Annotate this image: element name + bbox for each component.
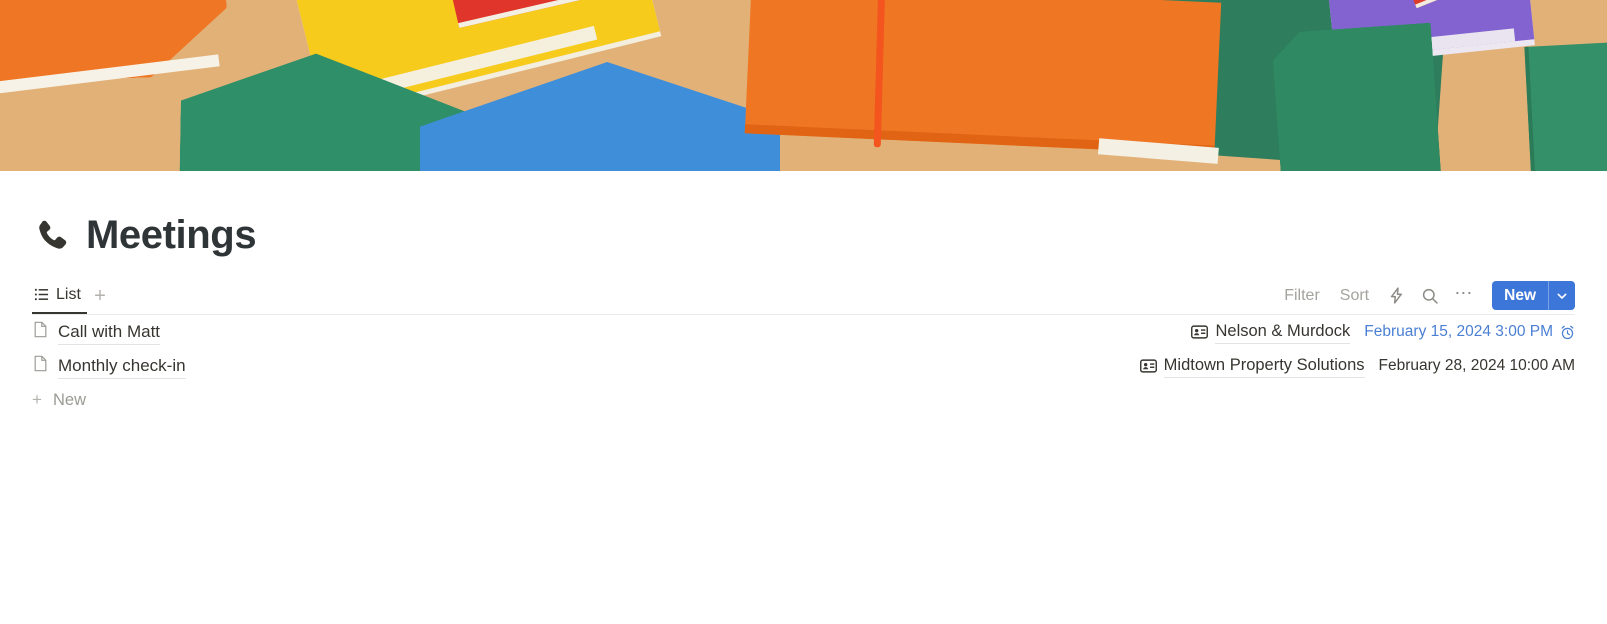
notebook-green-far-right [1524,41,1607,171]
ellipsis-icon: ⋯ [1454,282,1474,303]
alarm-clock-icon[interactable] [1553,325,1575,340]
chevron-down-icon[interactable] [1549,281,1575,310]
meetings-list: Call with Matt Nelson & Murdock February… [32,315,1575,417]
view-tab-bar: List + Filter Sort ⋯ New [32,277,1575,315]
cover-photo[interactable] [0,0,1607,171]
elastic-band [873,0,886,148]
lightning-bolt-icon[interactable] [1379,277,1413,314]
more-options-button[interactable]: ⋯ [1447,277,1481,314]
plus-icon: + [32,390,42,409]
company-name: Midtown Property Solutions [1163,354,1365,379]
row-date[interactable]: February 15, 2024 3:00 PM [1364,323,1553,341]
tab-list[interactable]: List [32,277,87,314]
row-meta: Midtown Property Solutions February 28, … [1139,354,1575,379]
table-row[interactable]: Monthly check-in Midtown Property Soluti… [32,349,1575,383]
company-name: Nelson & Murdock [1215,320,1351,345]
row-company[interactable]: Nelson & Murdock [1191,320,1351,345]
notebook-orange-banded [744,0,1222,164]
new-button-group[interactable]: New [1492,281,1575,310]
search-icon[interactable] [1413,277,1447,314]
meetings-page: Meetings List + Filter Sort ⋯ New Call w… [0,0,1607,624]
document-icon [32,321,58,343]
tab-list-label: List [56,285,81,303]
contact-card-icon [1191,325,1209,339]
telephone-receiver-icon [32,215,72,255]
add-view-button[interactable]: + [87,277,113,314]
list-view-icon [34,287,49,302]
new-list-item-label: New [53,390,87,409]
filter-button[interactable]: Filter [1274,277,1330,314]
document-icon [32,355,58,377]
page-header: Meetings [32,215,1607,255]
row-company[interactable]: Midtown Property Solutions [1139,354,1365,379]
notebook-green-right [1271,23,1441,171]
new-button[interactable]: New [1492,281,1548,310]
contact-card-icon [1139,359,1157,373]
page-title: Meetings [86,213,257,257]
sort-button[interactable]: Sort [1330,277,1379,314]
row-date[interactable]: February 28, 2024 10:00 AM [1379,357,1575,375]
row-meta: Nelson & Murdock February 15, 2024 3:00 … [1191,320,1575,345]
new-list-item-button[interactable]: + New [32,383,1575,417]
table-row[interactable]: Call with Matt Nelson & Murdock February… [32,315,1575,349]
row-title[interactable]: Call with Matt [58,319,161,346]
view-toolbar: Filter Sort ⋯ New [1274,277,1575,314]
row-title[interactable]: Monthly check-in [58,353,186,380]
